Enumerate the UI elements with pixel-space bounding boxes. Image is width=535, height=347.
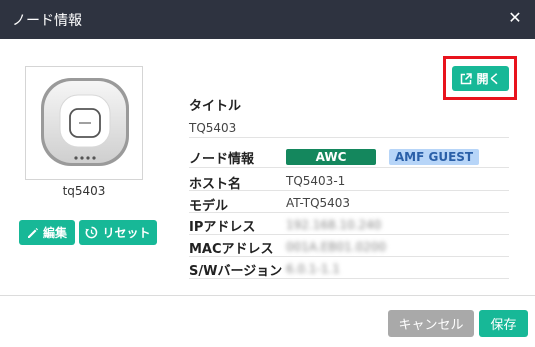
cancel-button[interactable]: キャンセル bbox=[388, 310, 474, 337]
divider bbox=[189, 278, 509, 279]
dialog-titlebar: ノード情報 ✕ bbox=[0, 0, 535, 39]
awc-badge: AWC bbox=[286, 149, 376, 165]
open-button[interactable]: 開く bbox=[452, 66, 509, 91]
sw-version-value: 6.0.1-1.1 bbox=[286, 262, 340, 276]
access-point-icon bbox=[41, 78, 129, 166]
pencil-icon bbox=[27, 227, 38, 238]
external-link-icon bbox=[461, 72, 473, 84]
mac-address-label: MACアドレス bbox=[189, 242, 274, 257]
ip-address-value: 192.168.10.240 bbox=[286, 218, 382, 232]
divider bbox=[189, 212, 509, 213]
model-value: AT-TQ5403 bbox=[286, 196, 351, 210]
close-icon[interactable]: ✕ bbox=[505, 8, 525, 28]
hostname-value: TQ5403-1 bbox=[286, 174, 346, 188]
device-name: tq5403 bbox=[62, 184, 106, 198]
node-info-label: ノード情報 bbox=[189, 152, 255, 167]
edit-button[interactable]: 編集 bbox=[19, 220, 75, 245]
divider bbox=[189, 190, 509, 191]
mac-address-value: 001A.EB01.0200 bbox=[286, 240, 387, 254]
amf-guest-badge: AMF GUEST bbox=[389, 149, 479, 165]
history-icon bbox=[85, 226, 98, 239]
dialog-title: ノード情報 bbox=[12, 13, 82, 29]
ip-address-label: IPアドレス bbox=[189, 220, 256, 235]
divider bbox=[189, 234, 509, 235]
save-button[interactable]: 保存 bbox=[479, 310, 528, 337]
title-label: タイトル bbox=[189, 99, 242, 114]
sw-version-label: S/Wバージョン bbox=[189, 264, 283, 279]
divider bbox=[189, 256, 509, 257]
divider bbox=[189, 167, 509, 168]
title-value: TQ5403 bbox=[189, 121, 237, 135]
device-image bbox=[25, 66, 143, 180]
reset-button[interactable]: リセット bbox=[79, 220, 157, 245]
open-button-label: 開く bbox=[476, 72, 501, 86]
reset-button-label: リセット bbox=[102, 226, 151, 240]
edit-button-label: 編集 bbox=[42, 226, 67, 240]
footer-divider bbox=[0, 295, 535, 296]
divider bbox=[189, 137, 509, 138]
